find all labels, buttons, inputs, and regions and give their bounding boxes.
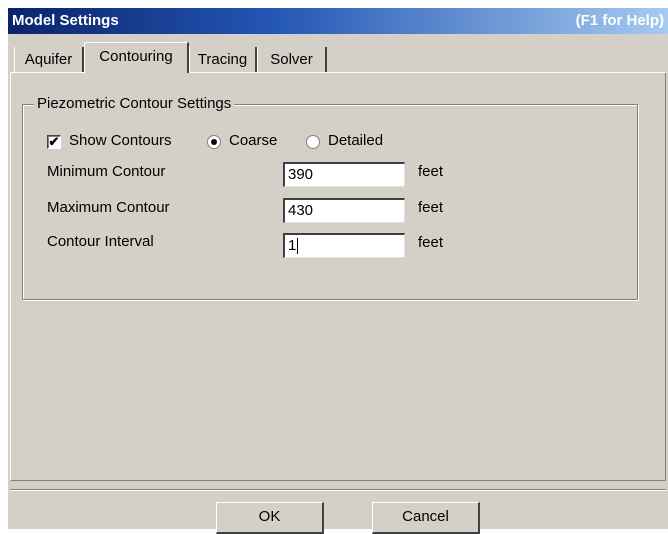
show-contours-label[interactable]: Show Contours bbox=[69, 132, 172, 149]
tab-tracing[interactable]: Tracing bbox=[189, 47, 257, 72]
detailed-label[interactable]: Detailed bbox=[328, 132, 383, 149]
maximum-contour-label: Maximum Contour bbox=[47, 199, 170, 216]
contour-interval-field[interactable]: 1 bbox=[283, 233, 405, 258]
detailed-radio[interactable] bbox=[306, 135, 320, 149]
radio-selected-dot bbox=[211, 139, 217, 145]
tab-solver[interactable]: Solver bbox=[257, 47, 327, 72]
coarse-label[interactable]: Coarse bbox=[229, 132, 277, 149]
contour-interval-unit: feet bbox=[418, 234, 444, 251]
button-separator bbox=[10, 489, 666, 491]
window-title: Model Settings bbox=[12, 12, 119, 29]
group-label: Piezometric Contour Settings bbox=[34, 95, 235, 112]
help-hint: (F1 for Help) bbox=[575, 12, 664, 29]
model-settings-dialog: Model Settings (F1 for Help) Aquifer Con… bbox=[8, 8, 668, 534]
tab-aquifer[interactable]: Aquifer bbox=[14, 47, 84, 72]
contour-interval-value: 1 bbox=[288, 237, 297, 254]
minimum-contour-field[interactable]: 390 bbox=[283, 162, 405, 187]
minimum-contour-label: Minimum Contour bbox=[47, 163, 166, 180]
show-contours-checkbox[interactable]: ✔ bbox=[47, 135, 61, 149]
ok-button[interactable]: OK bbox=[216, 502, 324, 534]
contour-interval-label: Contour Interval bbox=[47, 233, 154, 250]
coarse-radio[interactable] bbox=[207, 135, 221, 149]
title-bar: Model Settings (F1 for Help) bbox=[8, 8, 668, 34]
maximum-contour-field[interactable]: 430 bbox=[283, 198, 405, 223]
maximum-contour-unit: feet bbox=[418, 199, 444, 216]
text-caret bbox=[297, 238, 299, 255]
minimum-contour-unit: feet bbox=[418, 163, 444, 180]
cancel-button[interactable]: Cancel bbox=[372, 502, 480, 534]
tab-contouring[interactable]: Contouring bbox=[84, 42, 189, 73]
